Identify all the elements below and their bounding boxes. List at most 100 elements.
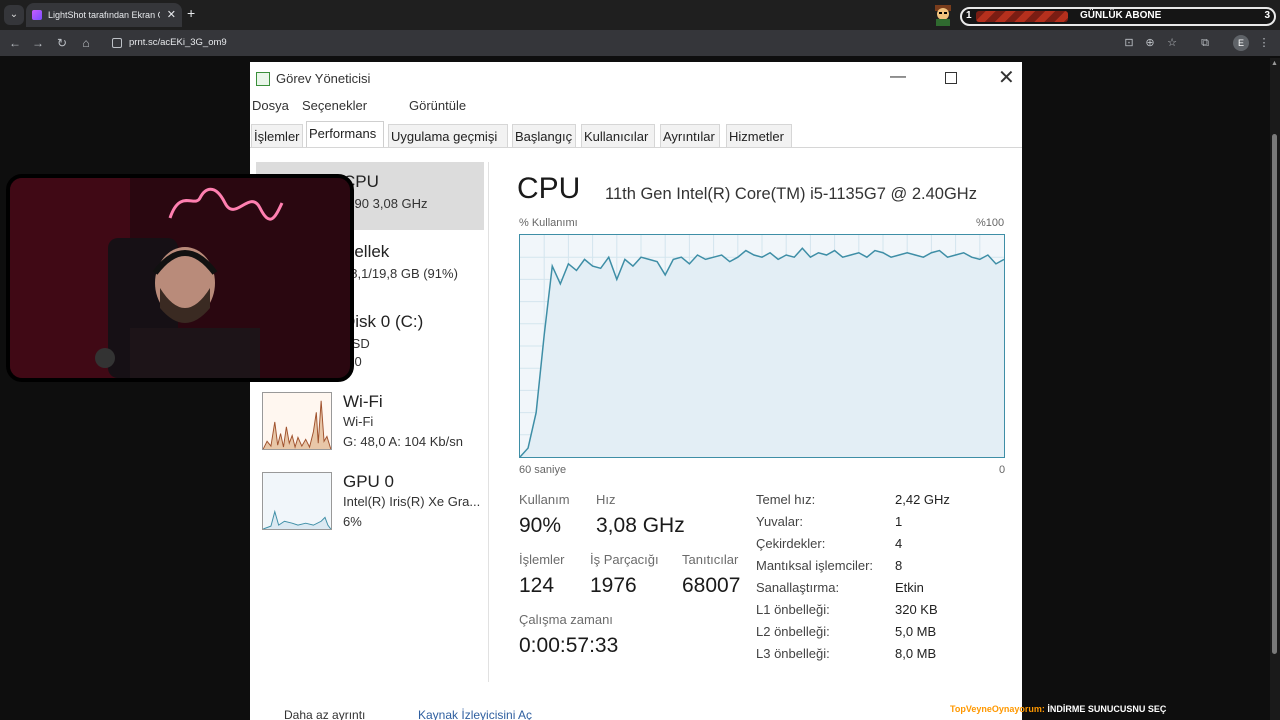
wifi-thumbnail-graph bbox=[262, 392, 332, 450]
spec-virtualization-label: Sanallaştırma: bbox=[756, 580, 840, 595]
spec-l3-label: L3 önbelleği: bbox=[756, 646, 830, 661]
sidebar-item-detail: Wi-Fi bbox=[343, 414, 374, 429]
url-text: prnt.sc/acEKi_3G_om9 bbox=[129, 37, 227, 48]
spec-cores-value: 4 bbox=[895, 536, 903, 551]
browser-menu-icon[interactable]: ⋮ bbox=[1255, 34, 1273, 52]
menu-view[interactable]: Görüntüle bbox=[409, 98, 466, 113]
speed-value: 3,08 GHz bbox=[596, 514, 685, 537]
uptime-label: Çalışma zamanı bbox=[519, 612, 613, 627]
usage-value: 90% bbox=[519, 514, 562, 537]
webcam-overlay bbox=[6, 174, 354, 382]
close-tab-icon[interactable]: ✕ bbox=[167, 3, 176, 27]
menu-options[interactable]: Seçenekler bbox=[302, 98, 367, 113]
sidebar-item-label: GPU 0 bbox=[343, 472, 395, 491]
sidebar-item-detail-2: G: 48,0 A: 104 Kb/sn bbox=[343, 434, 463, 449]
tab-startup[interactable]: Başlangıç bbox=[512, 124, 576, 148]
spec-virtualization-value: Etkin bbox=[895, 580, 924, 595]
spec-sockets-label: Yuvalar: bbox=[756, 514, 803, 529]
processes-value: 124 bbox=[519, 574, 555, 597]
new-tab-button[interactable]: + bbox=[187, 5, 195, 21]
spec-l1-value: 320 KB bbox=[895, 602, 938, 617]
mascot-icon bbox=[935, 5, 951, 26]
zoom-icon[interactable]: ⊕ bbox=[1141, 34, 1159, 52]
install-app-icon[interactable]: ⊡ bbox=[1120, 34, 1138, 52]
panel-divider bbox=[488, 162, 489, 682]
streamer-webcam-image bbox=[10, 178, 350, 378]
handles-label: Tanıtıcılar bbox=[682, 552, 739, 567]
cpu-usage-area bbox=[520, 248, 1004, 457]
sidebar-item-gpu[interactable]: GPU 0 Intel(R) Iris(R) Xe Gra... 6% bbox=[250, 464, 486, 532]
spec-l1-label: L1 önbelleği: bbox=[756, 602, 830, 617]
spec-cores-label: Çekirdekler: bbox=[756, 536, 826, 551]
screen: ⌄ LightShot tarafından Ekran Görü ✕ + 1 … bbox=[0, 0, 1280, 720]
subscriber-label: GÜNLÜK ABONE bbox=[1080, 10, 1162, 21]
cpu-heading: CPU bbox=[517, 172, 581, 205]
sidebar-item-wifi[interactable]: Wi-Fi Wi-Fi G: 48,0 A: 104 Kb/sn bbox=[250, 384, 486, 452]
close-icon[interactable]: ✕ bbox=[998, 65, 1015, 90]
graph-label-max: %100 bbox=[976, 217, 1005, 229]
site-info-icon[interactable] bbox=[112, 38, 122, 48]
subscriber-goal-fill bbox=[976, 11, 1068, 22]
task-manager-app-icon bbox=[256, 72, 270, 86]
subscriber-count-right: 3 bbox=[1264, 10, 1270, 21]
graph-label-usage: % Kullanımı bbox=[519, 217, 578, 229]
fewer-details-link[interactable]: Daha az ayrıntı bbox=[284, 708, 365, 720]
extensions-icon[interactable]: ⧉ bbox=[1196, 34, 1214, 52]
sidebar-item-label: Disk 0 (C:) bbox=[343, 312, 424, 331]
scroll-up-icon[interactable]: ▲ bbox=[1271, 60, 1278, 67]
browser-toolbar: ← → ↻ ⌂ prnt.sc/acEKi_3G_om9 ⊡ ⊕ ☆ ⧉ E ⋮ bbox=[0, 30, 1280, 56]
stream-ticker: TopVeyneOynayorum: İNDİRME SUNUCUSNU SEÇ bbox=[950, 704, 1166, 714]
sidebar-item-detail-2: 6% bbox=[343, 514, 362, 529]
threads-value: 1976 bbox=[590, 574, 637, 597]
home-icon[interactable]: ⌂ bbox=[77, 34, 95, 52]
uptime-value: 0:00:57:33 bbox=[519, 634, 619, 657]
cpu-model: 11th Gen Intel(R) Core(TM) i5-1135G7 @ 2… bbox=[605, 185, 977, 203]
spec-l2-label: L2 önbelleği: bbox=[756, 624, 830, 639]
back-icon[interactable]: ← bbox=[6, 34, 24, 52]
graph-label-zero: 0 bbox=[999, 464, 1006, 476]
task-manager-window: Görev Yöneticisi — ✕ Dosya Seçenekler Gö… bbox=[250, 62, 1022, 720]
gpu-thumbnail-graph bbox=[262, 472, 332, 530]
ticker-brand: TopVeyneOynayorum: bbox=[950, 704, 1045, 714]
sidebar-item-label: Wi-Fi bbox=[343, 392, 383, 411]
subscriber-count-left: 1 bbox=[966, 10, 972, 21]
handles-value: 68007 bbox=[682, 574, 741, 597]
spec-logical-value: 8 bbox=[895, 558, 903, 573]
threads-label: İş Parçacığı bbox=[590, 552, 659, 567]
forward-icon[interactable]: → bbox=[29, 34, 47, 52]
tab-details[interactable]: Ayrıntılar bbox=[660, 124, 720, 148]
spec-base-speed-label: Temel hız: bbox=[756, 492, 816, 507]
subscriber-goal-bar: 1 GÜNLÜK ABONE 3 bbox=[960, 7, 1276, 26]
browser-tab-bar: ⌄ LightShot tarafından Ekran Görü ✕ + 1 … bbox=[0, 0, 1280, 30]
menu-file[interactable]: Dosya bbox=[252, 98, 289, 113]
tab-performance[interactable]: Performans bbox=[306, 121, 384, 148]
browser-tab[interactable]: LightShot tarafından Ekran Görü ✕ bbox=[26, 3, 182, 27]
spec-base-speed-value: 2,42 GHz bbox=[895, 492, 950, 507]
lightshot-favicon-icon bbox=[32, 10, 42, 20]
graph-label-time: 60 saniye bbox=[519, 464, 567, 476]
reload-icon[interactable]: ↻ bbox=[53, 34, 71, 52]
minimize-icon[interactable]: — bbox=[890, 68, 906, 86]
resource-monitor-link[interactable]: Kaynak İzleyicisini Aç bbox=[418, 708, 532, 720]
processes-label: İşlemler bbox=[519, 552, 565, 567]
tab-title: LightShot tarafından Ekran Görü bbox=[48, 10, 160, 20]
spec-sockets-value: 1 bbox=[895, 514, 903, 529]
tab-strip: İşlemler Performans Uygulama geçmişi Baş… bbox=[250, 121, 810, 148]
tab-users[interactable]: Kullanıcılar bbox=[581, 124, 655, 148]
bookmark-star-icon[interactable]: ☆ bbox=[1163, 34, 1181, 52]
tab-divider bbox=[250, 147, 1022, 148]
spec-l2-value: 5,0 MB bbox=[895, 624, 937, 639]
window-title: Görev Yöneticisi bbox=[276, 71, 371, 86]
tab-processes[interactable]: İşlemler bbox=[251, 124, 303, 148]
page-scrollbar[interactable]: ▲ bbox=[1270, 58, 1280, 720]
address-bar[interactable]: prnt.sc/acEKi_3G_om9 bbox=[104, 33, 1134, 53]
ticker-text: İNDİRME SUNUCUSNU SEÇ bbox=[1047, 704, 1167, 714]
profile-avatar[interactable]: E bbox=[1233, 35, 1249, 51]
maximize-icon[interactable] bbox=[945, 72, 957, 84]
scrollbar-thumb[interactable] bbox=[1272, 134, 1277, 654]
tab-app-history[interactable]: Uygulama geçmişi bbox=[388, 124, 508, 148]
tab-services[interactable]: Hizmetler bbox=[726, 124, 792, 148]
tab-search-button[interactable]: ⌄ bbox=[4, 5, 24, 25]
cpu-usage-graph bbox=[519, 234, 1005, 458]
spec-l3-value: 8,0 MB bbox=[895, 646, 937, 661]
